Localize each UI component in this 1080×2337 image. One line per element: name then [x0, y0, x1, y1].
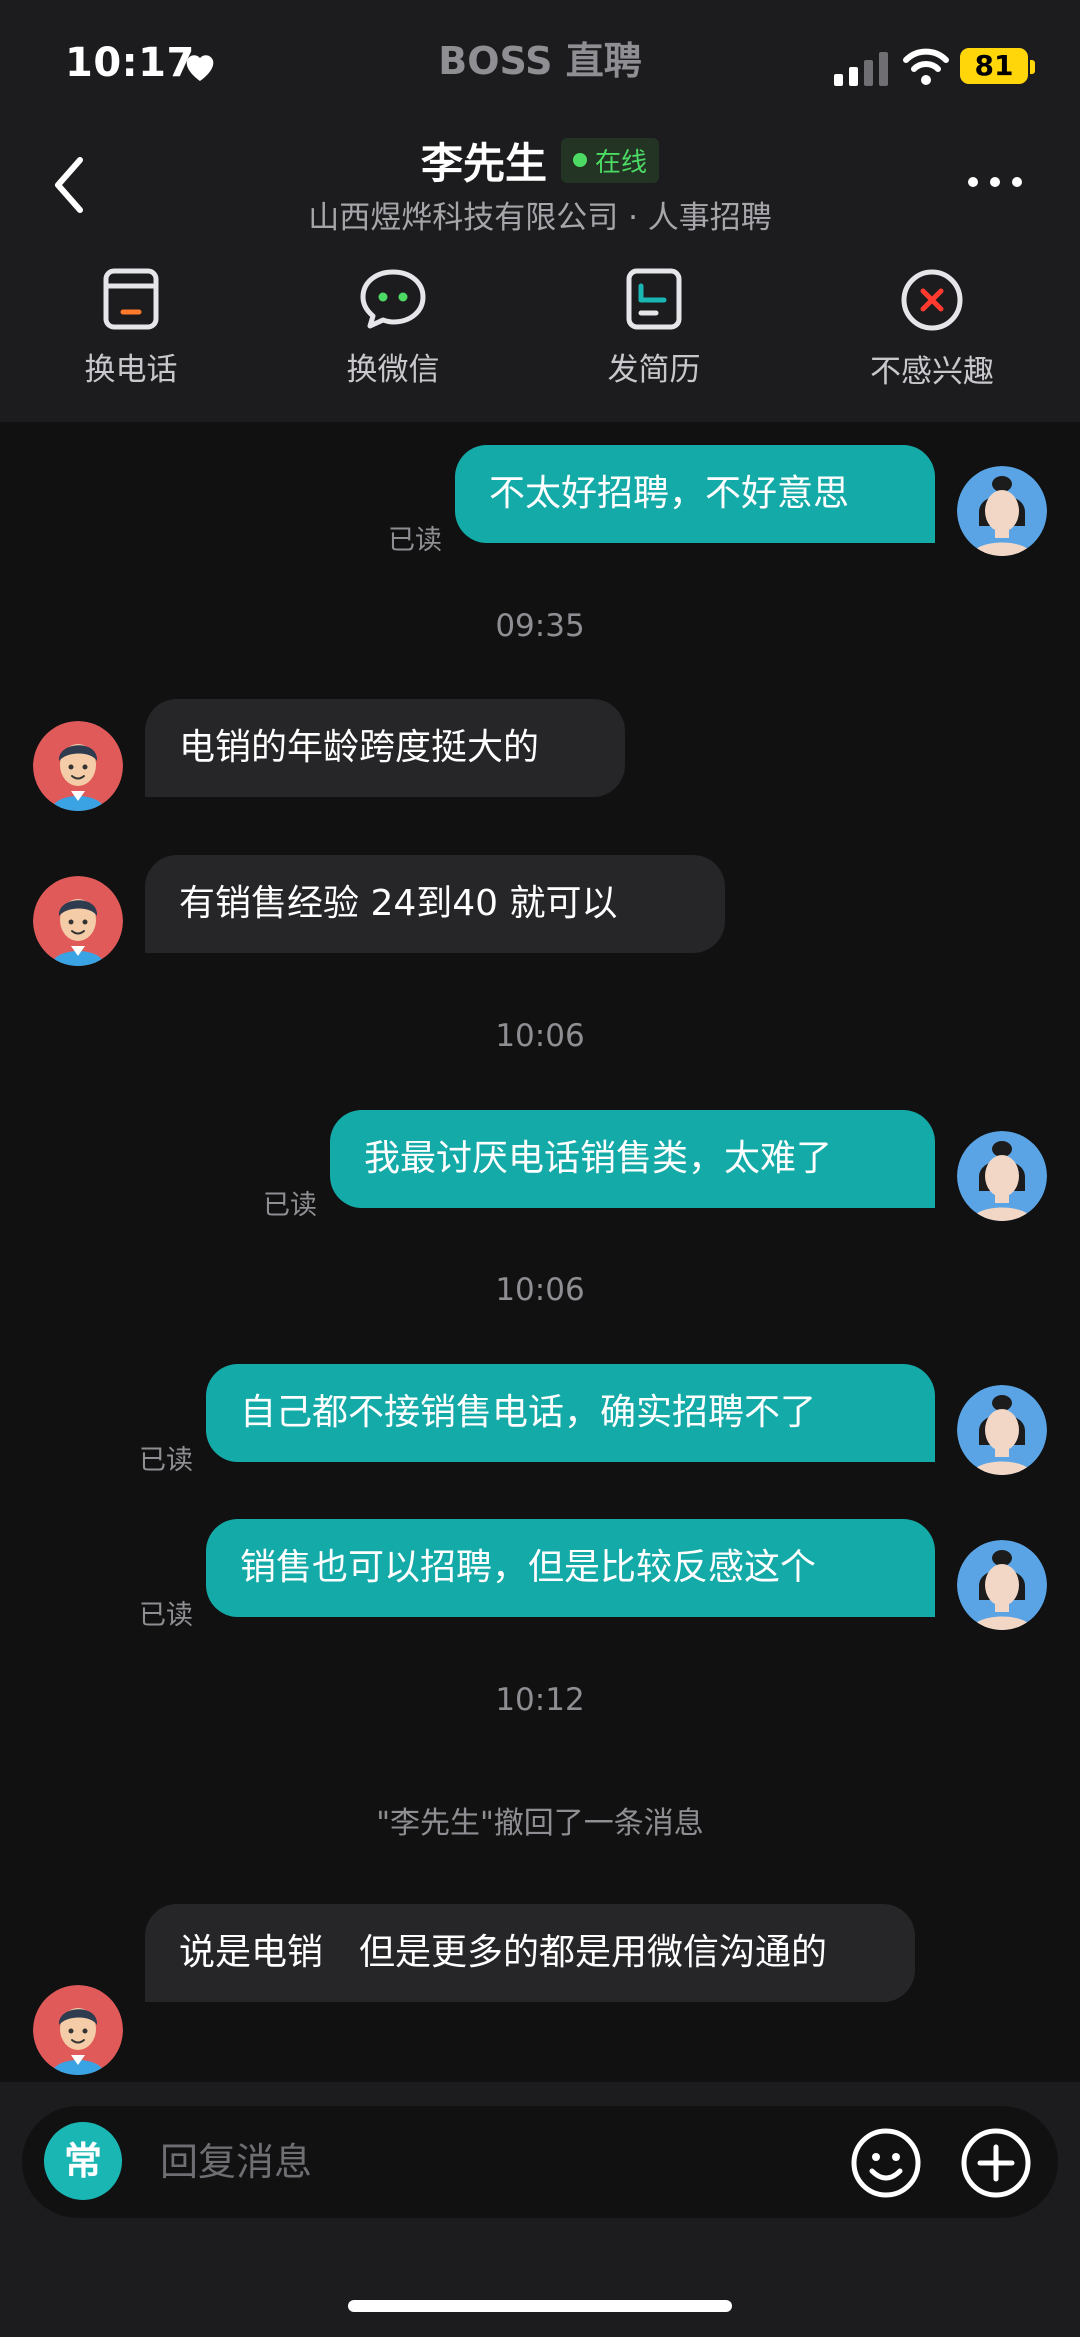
recall-notice: "李先生"撤回了一条消息	[376, 1806, 704, 1841]
exchange-wechat-button[interactable]: 换微信	[293, 268, 493, 389]
exchange-wechat-label: 换微信	[346, 352, 440, 388]
my-avatar[interactable]	[957, 1131, 1047, 1221]
outgoing-message[interactable]: 不太好招聘，不好意思	[455, 445, 935, 543]
battery-tip	[1030, 60, 1035, 74]
my-avatar[interactable]	[957, 1385, 1047, 1475]
message-timestamp: 10:06	[495, 1018, 585, 1054]
emoji-icon[interactable]	[850, 2127, 922, 2199]
online-label: 在线	[595, 147, 648, 178]
resume-icon	[626, 268, 682, 330]
message-timestamp: 10:12	[495, 1682, 585, 1718]
plus-icon[interactable]	[960, 2127, 1032, 2199]
exchange-phone-button[interactable]: 换电话	[31, 268, 231, 389]
close-circle-icon	[901, 269, 963, 331]
chat-bubble-icon	[360, 269, 426, 329]
message-timestamp: 09:35	[495, 608, 585, 644]
incoming-message[interactable]: 说是电销 但是更多的都是用微信沟通的	[145, 1904, 915, 2002]
contact-avatar[interactable]	[33, 721, 123, 811]
outgoing-message[interactable]: 自己都不接销售电话，确实招聘不了	[206, 1364, 935, 1462]
my-avatar[interactable]	[957, 1540, 1047, 1630]
read-receipt: 已读	[139, 1445, 193, 1476]
read-receipt: 已读	[139, 1600, 193, 1631]
online-dot-icon	[573, 153, 587, 167]
outgoing-message[interactable]: 我最讨厌电话销售类，太难了	[330, 1110, 935, 1208]
my-avatar[interactable]	[957, 466, 1047, 556]
not-interested-button[interactable]: 不感兴趣	[832, 268, 1032, 391]
send-resume-button[interactable]: 发简历	[554, 268, 754, 389]
incoming-message[interactable]: 有销售经验 24到40 就可以	[145, 855, 725, 953]
contact-title-row: 李先生 在线	[0, 130, 1080, 190]
reply-input[interactable]	[160, 2135, 780, 2189]
signal-icon	[834, 52, 888, 86]
phone-card-icon	[103, 268, 159, 330]
online-status-badge: 在线	[561, 137, 660, 183]
battery-icon: 81	[960, 48, 1028, 84]
contact-avatar[interactable]	[33, 1985, 123, 2075]
contact-name[interactable]: 李先生	[421, 130, 547, 191]
home-indicator[interactable]	[348, 2300, 732, 2312]
read-receipt: 已读	[388, 525, 442, 556]
exchange-phone-label: 换电话	[84, 352, 178, 388]
message-timestamp: 10:06	[495, 1272, 585, 1308]
incoming-message[interactable]: 电销的年龄跨度挺大的	[145, 699, 625, 797]
contact-avatar[interactable]	[33, 876, 123, 966]
not-interested-label: 不感兴趣	[870, 354, 994, 390]
send-resume-label: 发简历	[607, 352, 701, 388]
outgoing-message[interactable]: 销售也可以招聘，但是比较反感这个	[206, 1519, 935, 1617]
wifi-icon	[903, 48, 949, 85]
read-receipt: 已读	[263, 1190, 317, 1221]
company-subtitle: 山西煜烨科技有限公司 · 人事招聘	[308, 200, 772, 236]
common-phrases-button[interactable]: 常	[44, 2122, 122, 2200]
